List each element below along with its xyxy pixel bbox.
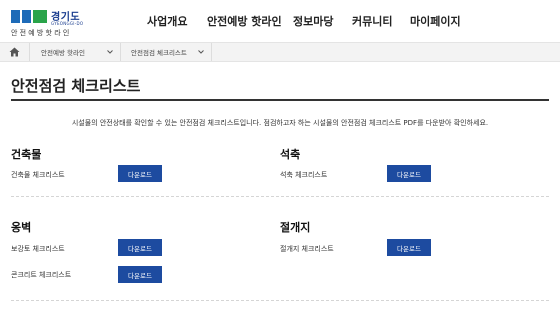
download-button-slope[interactable]: 다운로드	[387, 239, 431, 256]
nav-item-business[interactable]: 사업개요	[147, 13, 187, 29]
download-button-masonry[interactable]: 다운로드	[387, 165, 431, 182]
breadcrumb-select-level2[interactable]: 안전점검 체크리스트	[121, 43, 212, 61]
chevron-down-icon	[198, 50, 204, 54]
section-divider	[11, 300, 549, 301]
page-title: 안전점검 체크리스트	[11, 77, 141, 95]
nav-item-info[interactable]: 정보마당	[293, 13, 333, 29]
checklist-label-masonry: 석축 체크리스트	[280, 171, 328, 179]
download-button-reinforced-earth[interactable]: 다운로드	[118, 239, 162, 256]
section-title-slope: 절개지	[280, 221, 311, 234]
breadcrumb-level2-label: 안전점검 체크리스트	[131, 49, 187, 57]
title-divider	[11, 99, 549, 101]
section-title-masonry: 석축	[280, 148, 301, 161]
breadcrumb-select-level1[interactable]: 안전예방 핫라인	[31, 43, 121, 61]
intro-text: 시설물의 안전상태를 확인할 수 있는 안전점검 체크리스트입니다. 점검하고자…	[71, 119, 489, 127]
checklist-label-building: 건축물 체크리스트	[11, 171, 65, 179]
checklist-label-reinforced-earth: 보강토 체크리스트	[11, 245, 65, 253]
logo-subtitle: GYEONGGI-DO	[51, 21, 84, 26]
breadcrumb: 안전예방 핫라인 안전점검 체크리스트	[0, 42, 560, 62]
breadcrumb-level1-label: 안전예방 핫라인	[41, 49, 85, 57]
section-divider	[11, 196, 549, 197]
logo-tagline: 안전예방핫라인	[11, 29, 72, 37]
home-button[interactable]	[0, 43, 30, 61]
checklist-label-concrete: 콘크리트 체크리스트	[11, 271, 72, 279]
logo-mark-icon	[11, 10, 47, 23]
section-title-building: 건축물	[11, 148, 42, 161]
gyeonggi-logo[interactable]: 경기도 GYEONGGI-DO 안전예방핫라인	[11, 7, 91, 37]
download-button-building[interactable]: 다운로드	[118, 165, 162, 182]
chevron-down-icon	[107, 50, 113, 54]
nav-item-mypage[interactable]: 마이페이지	[410, 13, 461, 29]
nav-item-hotline[interactable]: 안전예방 핫라인	[207, 13, 282, 29]
download-button-concrete[interactable]: 다운로드	[118, 266, 162, 283]
section-title-retaining-wall: 옹벽	[11, 221, 32, 234]
nav-item-community[interactable]: 커뮤니티	[352, 13, 392, 29]
checklist-label-slope: 절개지 체크리스트	[280, 245, 334, 253]
home-icon	[9, 47, 20, 57]
site-header: 경기도 GYEONGGI-DO 안전예방핫라인 사업개요 안전예방 핫라인 정보…	[0, 0, 560, 42]
